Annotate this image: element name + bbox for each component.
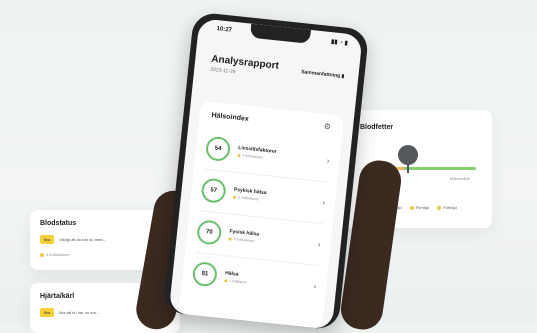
legend-dot-icon (409, 205, 414, 210)
chevron-right-icon: › (313, 281, 317, 291)
gear-icon[interactable]: ⚙ (323, 122, 331, 132)
blood-status-text: Viktigt att du bar du med... (59, 237, 106, 242)
legend-item: Förhöjd (437, 205, 457, 210)
status-badge: Bra (40, 308, 55, 317)
chevron-right-icon: › (326, 155, 330, 166)
status-time: 10:27 (216, 26, 233, 34)
screen-header: Analysrapport 2023-11-29 (210, 54, 279, 80)
blood-lipids-title: Blodfetter (360, 124, 394, 131)
phone: 10:27 ▮▮ ◔ ▮ Analysrapport 2023-11-29 Sa… (162, 11, 370, 331)
blood-status-sub: 2 indikationer (40, 252, 70, 257)
target-range-label: Målområde (450, 176, 471, 181)
score-circle: 81 (191, 260, 219, 288)
chevron-right-icon: › (321, 197, 326, 207)
status-badge: Bra (40, 235, 55, 244)
chevron-right-icon: › (317, 239, 322, 249)
indicator-dot-icon (228, 237, 232, 241)
health-index-card: Hälsoindex ⚙ 54 Livsstilsfaktorer 4 indi… (178, 100, 345, 329)
value-marker (398, 145, 418, 165)
indicator-dot-icon (237, 153, 241, 157)
legend-item: Förhöjd (409, 205, 429, 210)
summary-button[interactable]: Sammanfattning ▮ (301, 69, 345, 79)
section-title: Hälsoindex (211, 112, 250, 123)
score-circle: 70 (196, 219, 223, 246)
download-icon: ▮ (341, 73, 345, 80)
heart-text: Bra att du har du ma... (59, 310, 100, 315)
indicator-dot-icon (40, 252, 44, 257)
heart-title: Hjärta/kärl (40, 293, 75, 300)
blood-status-title: Blodstatus (40, 220, 77, 227)
score-circle: 54 (204, 135, 232, 163)
blood-status-row: Bra Viktigt att du bar du med... (40, 235, 106, 244)
indicator-dot-icon (224, 278, 228, 283)
indicator-dot-icon (232, 195, 237, 199)
phone-screen: 10:27 ▮▮ ◔ ▮ Analysrapport 2023-11-29 Sa… (168, 18, 363, 330)
status-icons: ▮▮ ◔ ▮ (330, 39, 349, 47)
heart-row: Bra Bra att du har du ma... (40, 308, 99, 317)
score-circle: 57 (200, 177, 227, 204)
legend-dot-icon (437, 205, 442, 210)
